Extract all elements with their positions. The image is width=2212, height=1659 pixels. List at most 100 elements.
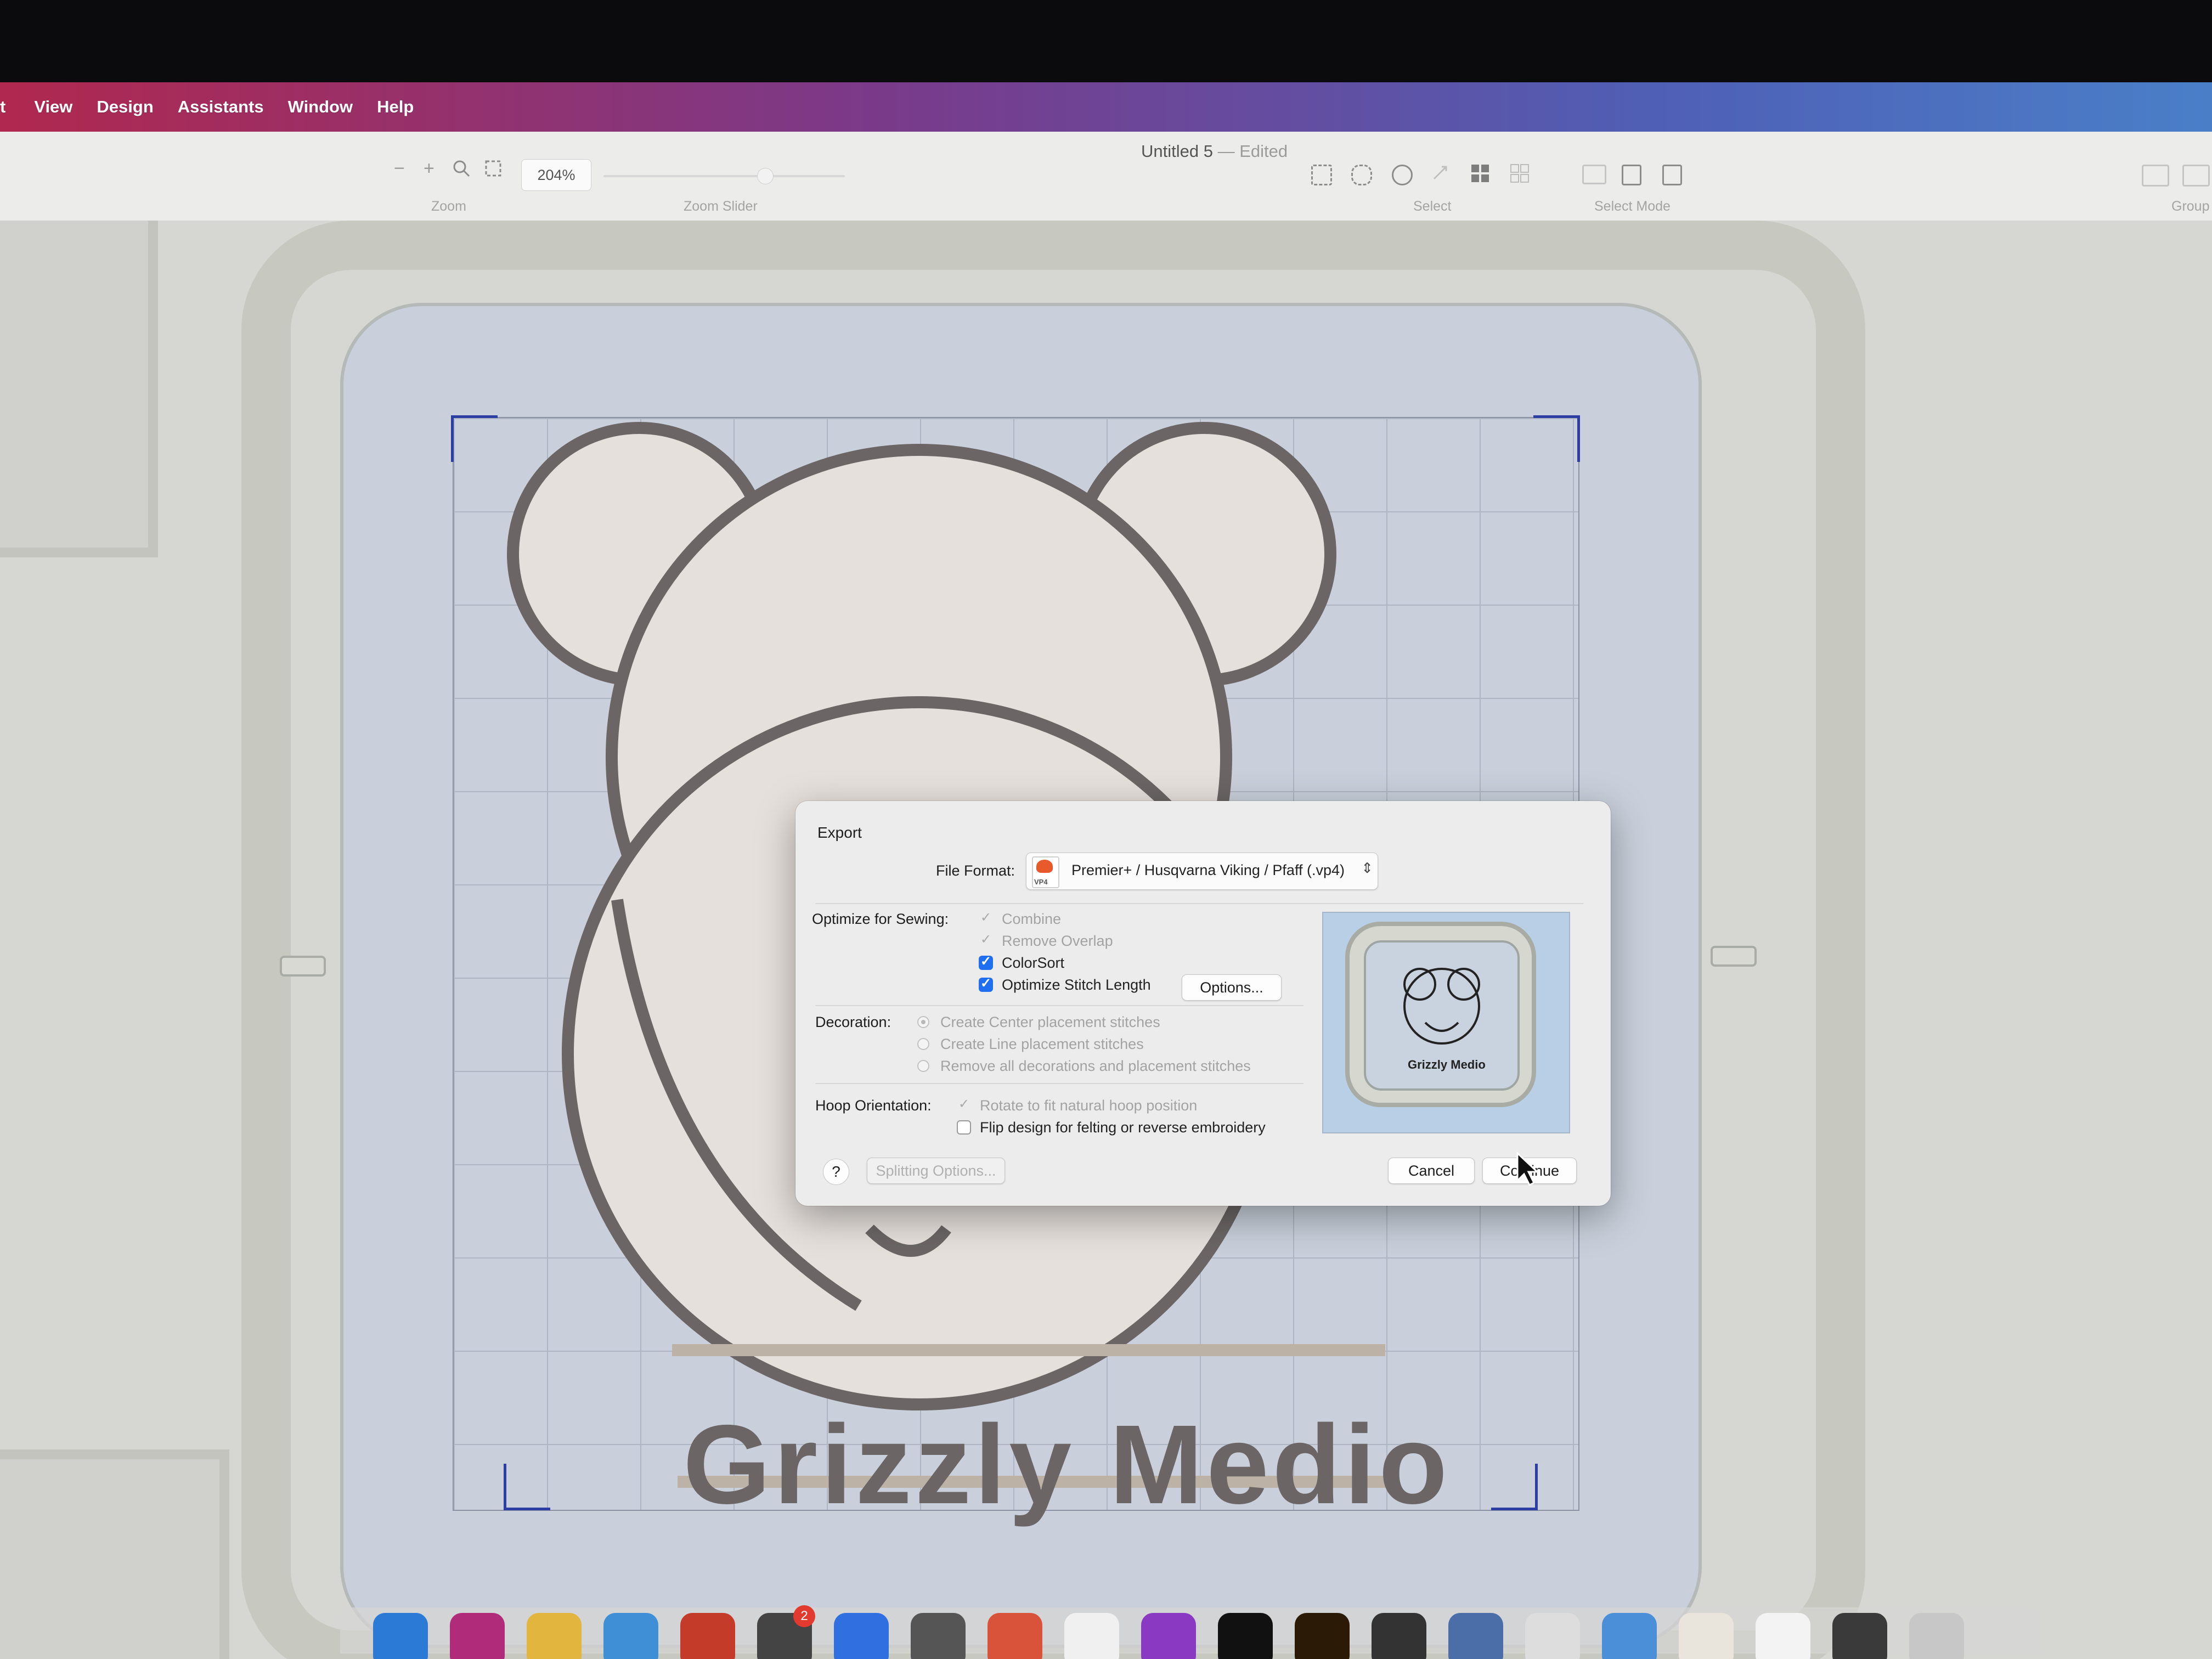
remove-decorations-label: Remove all decorations and placement sti… (940, 1058, 1251, 1074)
optimize-stitch-length-checkbox[interactable] (979, 975, 993, 992)
center-placement-label: Create Center placement stitches (940, 1014, 1160, 1030)
menu-item-view[interactable]: View (34, 97, 72, 117)
file-format-value: Premier+ / Husqvarna Viking / Pfaff (.vp… (1071, 862, 1345, 878)
app-icon[interactable] (1372, 1613, 1426, 1659)
zoom-slider-knob[interactable] (757, 168, 774, 184)
app-icon[interactable] (603, 1613, 658, 1659)
document-icon[interactable] (1756, 1613, 1810, 1659)
select-mode-add-icon[interactable] (1622, 165, 1641, 185)
menu-item-window[interactable]: Window (288, 97, 353, 117)
deselect-all-icon[interactable] (1510, 163, 1530, 186)
app-icon[interactable] (911, 1613, 966, 1659)
hoop-tab-left (280, 956, 326, 977)
select-all-icon[interactable] (1470, 163, 1490, 186)
zoom-fit-icon[interactable] (484, 159, 503, 183)
svg-text:Grizzly Medio: Grizzly Medio (1408, 1058, 1486, 1071)
select-rectangle-icon[interactable] (1311, 165, 1332, 185)
app-icon[interactable] (1448, 1613, 1503, 1659)
center-placement-radio[interactable] (917, 1016, 929, 1028)
divider (815, 903, 1583, 904)
export-dialog: Export File Format: VP4 Premier+ / Husqv… (795, 801, 1611, 1206)
menu-item-help[interactable]: Help (377, 97, 414, 117)
divider (815, 1005, 1304, 1006)
finder-icon[interactable] (373, 1613, 428, 1659)
select-mode-subtract-icon[interactable] (1662, 165, 1682, 185)
document-icon[interactable] (1832, 1613, 1887, 1659)
app-icon[interactable] (988, 1613, 1042, 1659)
select-pointer-icon[interactable] (1432, 165, 1449, 182)
podcasts-icon[interactable] (1141, 1613, 1196, 1659)
hoop-tab-right (1711, 946, 1757, 967)
remove-overlap-label: Remove Overlap (1002, 933, 1113, 949)
hoop-orientation-label: Hoop Orientation: (815, 1097, 932, 1114)
ungroup-icon[interactable] (2182, 165, 2210, 187)
rotate-hoop-label: Rotate to fit natural hoop position (980, 1097, 1198, 1114)
group-icon[interactable] (2142, 165, 2169, 187)
app-icon[interactable] (680, 1613, 735, 1659)
decoration-label: Decoration: (815, 1014, 891, 1030)
tv-icon[interactable] (1218, 1613, 1273, 1659)
zoom-value-field[interactable]: 204% (521, 159, 591, 191)
selection-corner-br[interactable] (1491, 1464, 1538, 1510)
menu-item-app[interactable]: t (0, 97, 5, 117)
document-name: Untitled 5 (1141, 142, 1213, 161)
combine-label: Combine (1002, 911, 1062, 927)
cancel-button[interactable]: Cancel (1388, 1158, 1475, 1184)
zoom-in-button[interactable]: + (424, 158, 435, 179)
vp4-file-icon: VP4 (1032, 856, 1059, 888)
options-button[interactable]: Options... (1182, 974, 1282, 1001)
optimize-stitch-length-label: Optimize Stitch Length (1002, 977, 1151, 993)
monitor-screen: t View Design Assistants Window Help Unt… (0, 82, 2212, 1659)
optimize-label: Optimize for Sewing: (812, 911, 949, 927)
file-format-select[interactable]: VP4 Premier+ / Husqvarna Viking / Pfaff … (1026, 853, 1378, 890)
zoom-slider[interactable] (603, 175, 845, 177)
app-icon[interactable] (1525, 1613, 1580, 1659)
selection-corner-tl[interactable] (451, 415, 498, 462)
help-button[interactable]: ? (823, 1159, 849, 1185)
app-icon[interactable] (1064, 1613, 1119, 1659)
toolbar: Untitled 5 — Edited − + 204% Zoom Zoom S… (0, 132, 2212, 221)
design-preview: Grizzly Medio (1322, 912, 1570, 1133)
app-icon[interactable]: 2 (757, 1605, 815, 1659)
dialog-title: Export (817, 824, 862, 841)
menu-bar: t View Design Assistants Window Help (0, 82, 2212, 132)
select-point-icon[interactable] (1392, 165, 1413, 185)
select-label: Select (1413, 199, 1452, 214)
zoom-magnifier-icon[interactable] (452, 159, 471, 183)
colorsort-checkbox[interactable] (979, 953, 993, 970)
flip-design-checkbox[interactable] (957, 1120, 971, 1135)
document-icon[interactable] (1679, 1613, 1734, 1659)
menu-item-assistants[interactable]: Assistants (178, 97, 264, 117)
zoom-label: Zoom (431, 199, 466, 214)
splitting-options-button[interactable]: Splitting Options... (867, 1158, 1005, 1184)
dock: 2 (340, 1605, 2041, 1659)
design-logo-text: Grizzly Medio (683, 1402, 1451, 1527)
trash-icon[interactable] (1909, 1613, 1964, 1659)
zoom-out-button[interactable]: − (394, 158, 405, 179)
rotate-hoop-checkbox[interactable] (957, 1096, 971, 1113)
app-icon[interactable] (834, 1613, 889, 1659)
select-freehand-icon[interactable] (1351, 165, 1372, 185)
app-icon[interactable] (527, 1613, 582, 1659)
remove-decorations-radio[interactable] (917, 1060, 929, 1072)
illustrator-icon[interactable] (1295, 1613, 1350, 1659)
app-icon[interactable] (450, 1613, 505, 1659)
flip-design-label: Flip design for felting or reverse embro… (980, 1119, 1266, 1136)
select-mode-object-icon[interactable] (1582, 165, 1606, 184)
document-title: Untitled 5 — Edited (1141, 142, 1288, 161)
group-label: Group (2171, 199, 2210, 214)
menu-item-design[interactable]: Design (97, 97, 153, 117)
selection-corner-bl[interactable] (504, 1464, 550, 1510)
hoop-frame-left (0, 221, 158, 557)
zoom-slider-label: Zoom Slider (684, 199, 758, 214)
remove-overlap-checkbox[interactable] (979, 932, 993, 948)
colorsort-label: ColorSort (1002, 955, 1065, 971)
line-placement-label: Create Line placement stitches (940, 1036, 1144, 1052)
selection-corner-tr[interactable] (1533, 415, 1580, 462)
select-mode-label: Select Mode (1594, 199, 1671, 214)
line-placement-radio[interactable] (917, 1038, 929, 1050)
combine-checkbox[interactable] (979, 910, 993, 926)
placement-line-top (672, 1344, 1385, 1356)
folder-icon[interactable] (1602, 1613, 1657, 1659)
chevron-updown-icon: ⇕ (1361, 860, 1373, 876)
